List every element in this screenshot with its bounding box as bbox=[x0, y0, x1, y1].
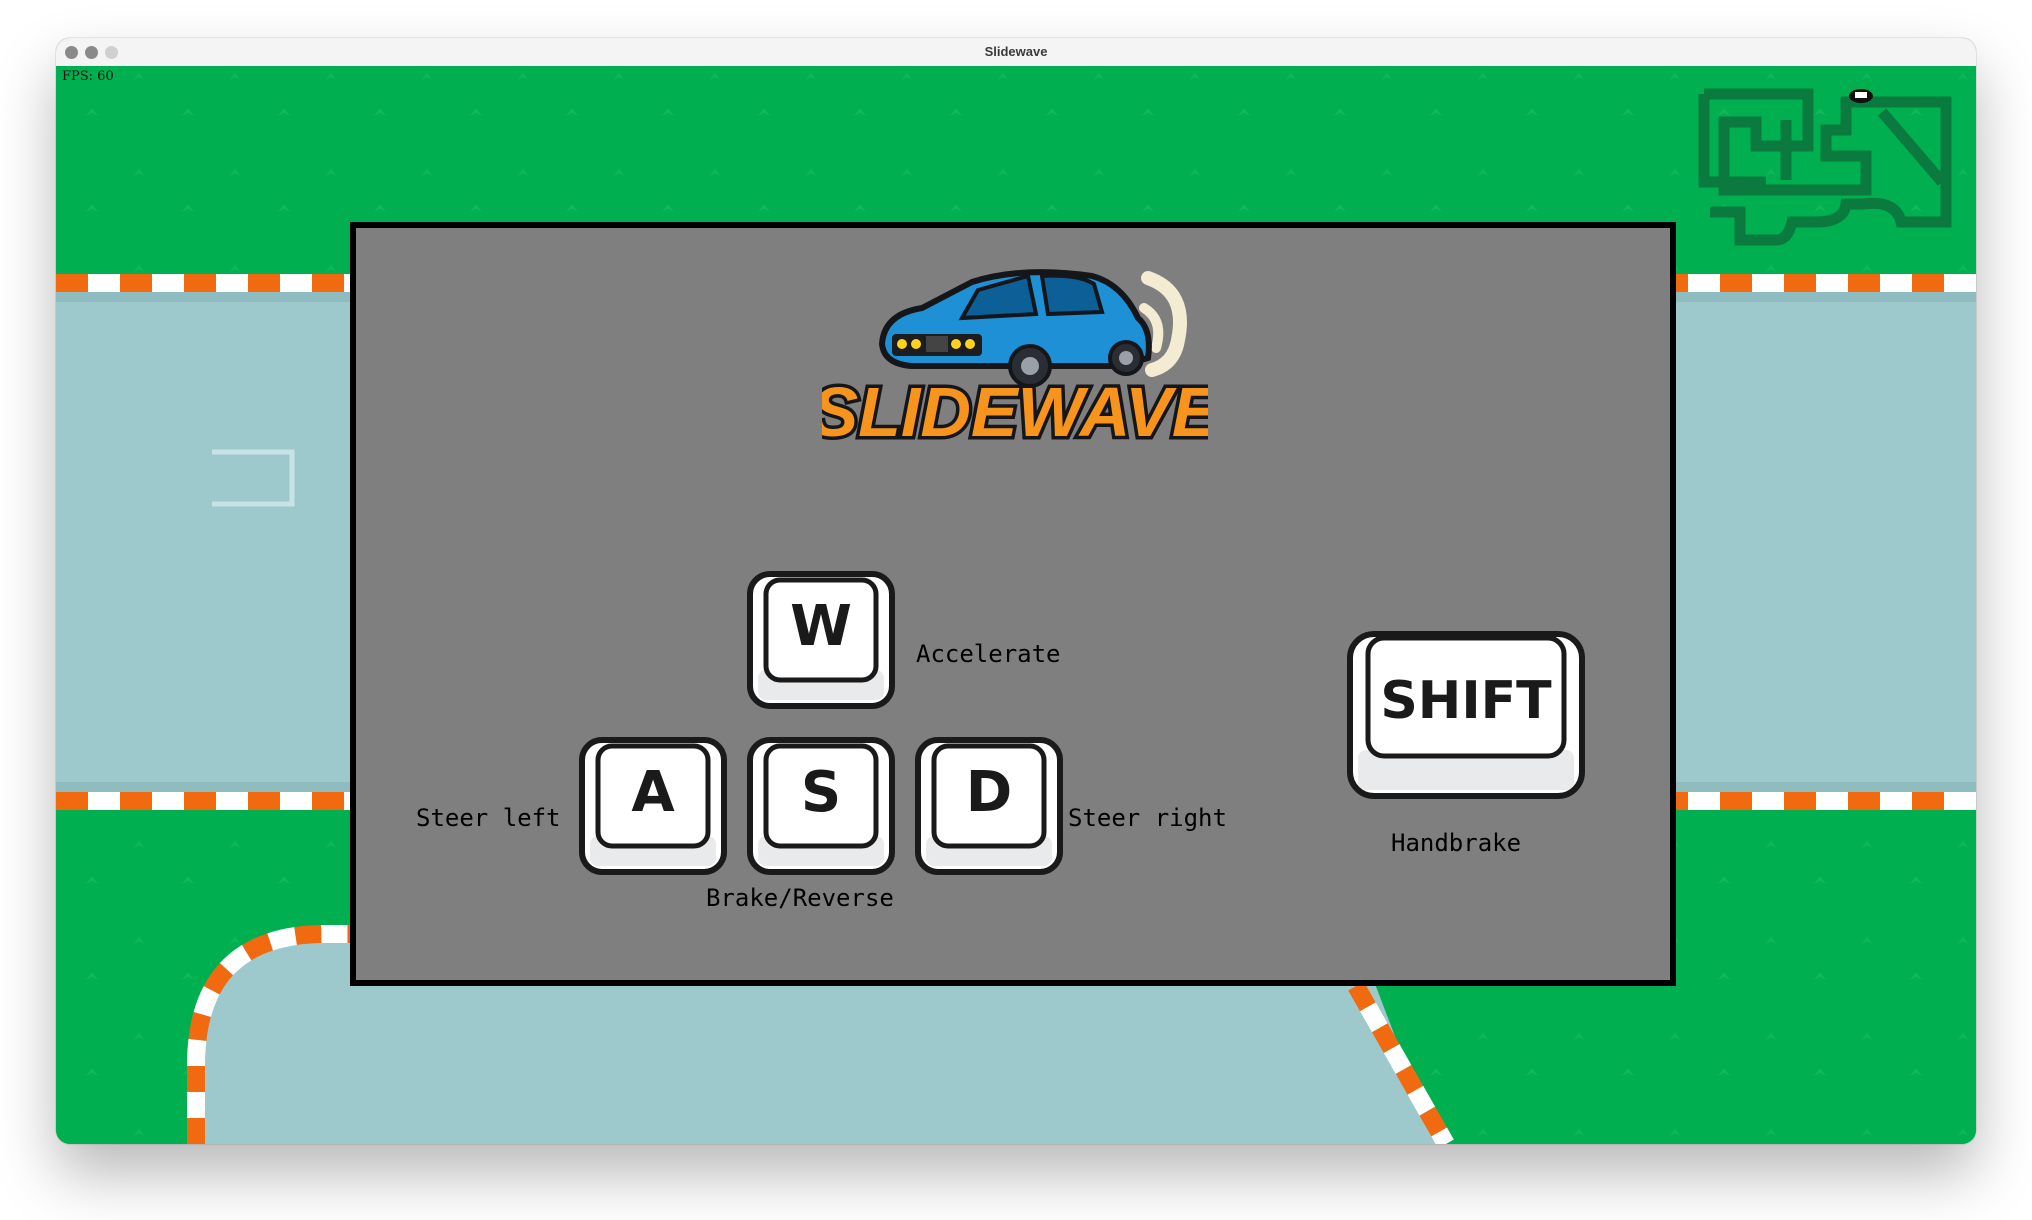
game-canvas[interactable]: FPS: 60 SLIDEWAVE W Accelerate A Steer l… bbox=[56, 66, 1976, 1144]
d-key-letter: D bbox=[966, 760, 1012, 825]
brake-reverse-label: Brake/Reverse bbox=[706, 884, 894, 912]
title-bar: Slidewave bbox=[56, 38, 1976, 67]
fps-counter: FPS: 60 bbox=[62, 69, 114, 84]
a-key-letter: A bbox=[631, 760, 675, 825]
window-title: Slidewave bbox=[984, 44, 1048, 59]
s-key: S bbox=[746, 736, 896, 876]
steer-left-label: Steer left bbox=[416, 804, 561, 832]
steer-right-label: Steer right bbox=[1068, 804, 1227, 832]
w-key-letter: W bbox=[790, 594, 852, 659]
slidewave-logo: SLIDEWAVE bbox=[808, 248, 1224, 455]
minimap bbox=[1698, 88, 1952, 246]
a-key: A bbox=[578, 736, 728, 876]
logo-text: SLIDEWAVE bbox=[822, 373, 1208, 448]
logo-car bbox=[878, 269, 1152, 388]
player-car-marker bbox=[1849, 89, 1873, 103]
d-key: D bbox=[914, 736, 1064, 876]
w-key: W bbox=[746, 570, 896, 710]
s-key-letter: S bbox=[801, 760, 841, 825]
shift-key-text: SHIFT bbox=[1380, 671, 1552, 731]
accelerate-label: Accelerate bbox=[916, 640, 1061, 668]
shift-key: SHIFT bbox=[1346, 630, 1586, 800]
controls-overlay: SLIDEWAVE W Accelerate A Steer left S Br… bbox=[350, 222, 1676, 986]
handbrake-label: Handbrake bbox=[1391, 829, 1522, 857]
game-window: Slidewave FPS: 60 SLIDEWAVE W Accelerate… bbox=[56, 38, 1976, 1144]
